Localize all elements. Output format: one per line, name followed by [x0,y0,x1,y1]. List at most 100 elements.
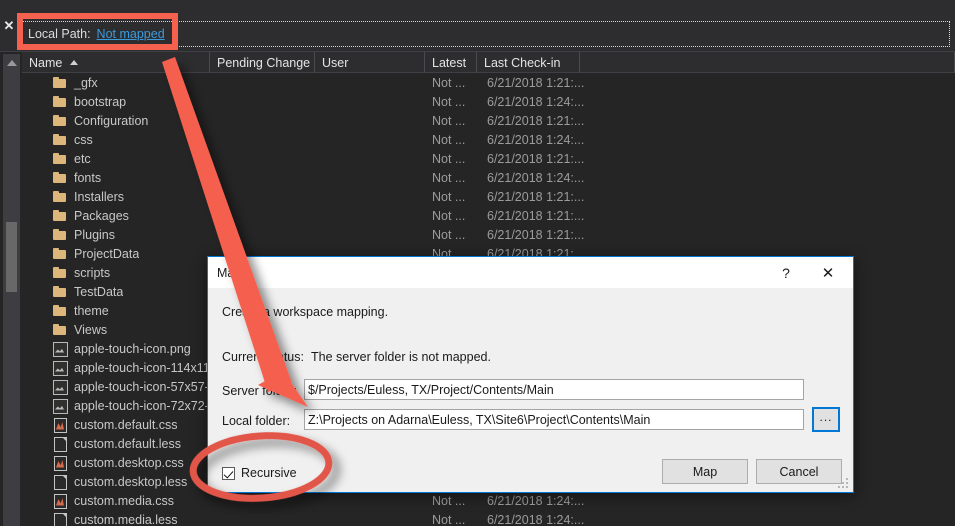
column-header-latest[interactable]: Latest [425,52,477,73]
image-icon [52,360,68,376]
column-header-name-label: Name [29,55,63,70]
table-row[interactable]: fonts Not ... 6/21/2018 1:24:... [22,168,955,187]
folder-icon [52,76,68,90]
cell-name: Configuration [52,111,148,130]
cell-name: apple-touch-icon-57x57- [52,377,209,396]
server-folder-label: Server folder: [222,384,298,398]
cell-latest: Not ... [432,170,466,185]
checkmark-icon [222,466,235,480]
cell-latest: Not ... [432,493,466,508]
folder-icon [52,152,68,166]
folder-icon [52,190,68,204]
server-folder-field[interactable]: $/Projects/Euless, TX/Project/Contents/M… [304,379,804,400]
screen-root: ✕ Local Path: Not mapped Name Pending Ch… [0,0,955,526]
column-header-user[interactable]: User [315,52,425,73]
cell-last-checkin: 6/21/2018 1:24:... [487,512,585,526]
dialog-close-icon[interactable]: ✕ [807,257,849,288]
local-path-label: Local Path: [28,27,91,41]
grid-header-row: Name Pending Change User Latest Last Che… [22,52,955,73]
current-status-label: Current status: [222,350,304,364]
folder-icon [52,209,68,223]
column-header-pending-change[interactable]: Pending Change [210,52,315,73]
map-button[interactable]: Map [662,459,748,484]
table-row[interactable]: Packages Not ... 6/21/2018 1:21:... [22,206,955,225]
cell-name: custom.desktop.less [52,472,187,491]
cell-last-checkin: 6/21/2018 1:24:... [487,94,585,109]
scrollbar-thumb[interactable] [6,222,17,292]
cell-latest: Not ... [432,208,466,223]
help-icon[interactable]: ? [771,257,801,288]
folder-icon [52,114,68,128]
cell-name-label: apple-touch-icon-72x72- [74,398,209,413]
local-folder-label: Local folder: [222,414,291,428]
table-row[interactable]: Installers Not ... 6/21/2018 1:21:... [22,187,955,206]
cell-last-checkin: 6/21/2018 1:21:... [487,113,585,128]
dialog-title: Map [217,265,242,280]
table-row[interactable]: custom.media.less Not ... 6/21/2018 1:24:.… [22,510,955,526]
table-row[interactable]: bootstrap Not ... 6/21/2018 1:24:... [22,92,955,111]
cell-name-label: custom.media.less [74,512,178,526]
image-icon [52,379,68,395]
cell-name: custom.desktop.css [52,453,184,472]
column-header-latest-label: Latest [432,55,467,70]
column-header-name[interactable]: Name [22,52,210,73]
server-folder-value: $/Projects/Euless, TX/Project/Contents/M… [308,382,554,397]
cell-name: etc [52,149,91,168]
cell-name-label: Packages [74,208,129,223]
cell-name-label: Plugins [74,227,115,242]
table-row[interactable]: css Not ... 6/21/2018 1:24:... [22,130,955,149]
cell-name: apple-touch-icon-72x72- [52,396,209,415]
current-status-value: The server folder is not mapped. [311,350,491,364]
folder-icon [52,228,68,242]
cell-name-label: apple-touch-icon-114x11 [74,360,210,375]
cell-name: Installers [52,187,124,206]
cell-name-label: css [74,132,93,147]
local-path-group: Local Path: Not mapped [22,22,171,46]
local-folder-value: Z:\Projects on Adarna\Euless, TX\Site6\P… [308,412,651,427]
close-icon[interactable]: ✕ [0,14,18,38]
cell-name-label: custom.default.css [74,417,178,432]
cell-name: apple-touch-icon-114x11 [52,358,210,377]
cell-last-checkin: 6/21/2018 1:21:... [487,227,585,242]
cell-latest: Not ... [432,227,466,242]
table-row[interactable]: _gfx Not ... 6/21/2018 1:21:... [22,73,955,92]
recursive-checkbox[interactable]: Recursive [222,466,297,480]
cell-last-checkin: 6/21/2018 1:24:... [487,170,585,185]
dialog-subtitle: Create a workspace mapping. [222,305,389,319]
recursive-label: Recursive [241,466,297,480]
column-header-last-checkin-label: Last Check-in [484,55,561,70]
cell-name-label: bootstrap [74,94,127,109]
cell-last-checkin: 6/21/2018 1:24:... [487,493,585,508]
cell-name-label: custom.default.less [74,436,181,451]
table-row[interactable]: custom.media.css Not ... 6/21/2018 1:24:..… [22,491,955,510]
cell-name: fonts [52,168,101,187]
folder-icon [52,304,68,318]
folder-icon [52,133,68,147]
folder-icon [52,266,68,280]
cell-name: ProjectData [52,244,139,263]
cell-name: theme [52,301,109,320]
table-row[interactable]: Plugins Not ... 6/21/2018 1:21:... [22,225,955,244]
cell-name-label: Installers [74,189,125,204]
table-row[interactable]: etc Not ... 6/21/2018 1:21:... [22,149,955,168]
cell-name: Packages [52,206,129,225]
cancel-button[interactable]: Cancel [756,459,842,484]
sort-ascending-icon [70,60,79,65]
cell-name-label: apple-touch-icon.png [74,341,191,356]
cell-latest: Not ... [432,132,466,147]
local-path-toolbar: ✕ Local Path: Not mapped [0,0,955,52]
local-folder-field[interactable]: Z:\Projects on Adarna\Euless, TX\Site6\P… [304,409,804,430]
table-row[interactable]: Configuration Not ... 6/21/2018 1:21:... [22,111,955,130]
local-path-link[interactable]: Not mapped [97,27,165,41]
cell-name-label: scripts [74,265,111,280]
cell-last-checkin: 6/21/2018 1:21:... [487,189,585,204]
cell-name: custom.media.css [52,491,174,510]
cell-name: _gfx [52,73,98,92]
scroll-up-arrow-icon[interactable] [3,54,20,71]
css-icon [52,493,68,509]
resize-grip-icon[interactable] [838,478,850,490]
column-header-last-checkin[interactable]: Last Check-in [477,52,580,73]
dialog-title-bar[interactable]: Map ? ✕ [208,257,853,288]
vertical-scrollbar[interactable] [3,54,20,526]
browse-button[interactable]: ... [812,407,840,432]
